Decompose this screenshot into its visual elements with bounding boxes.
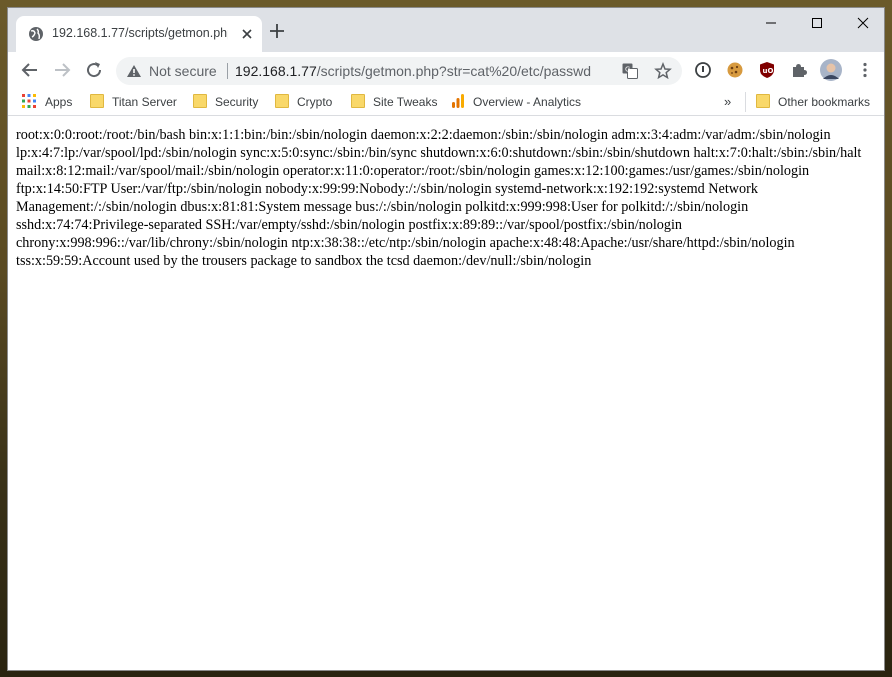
profile-avatar[interactable] — [820, 59, 842, 81]
title-bar: 192.168.1.77/scripts/getmon.php — [8, 8, 884, 52]
bookmark-label: Overview - Analytics — [473, 95, 582, 109]
close-window-button[interactable] — [840, 8, 884, 38]
url-path: /scripts/getmon.php?str=cat%20/etc/passw… — [316, 63, 592, 79]
bookmark-label: Crypto — [297, 95, 333, 109]
maximize-icon — [812, 18, 822, 28]
globe-icon — [29, 27, 43, 41]
extensions-puzzle-icon[interactable] — [790, 61, 808, 79]
tab-title: 192.168.1.77/scripts/getmon.php — [52, 26, 228, 40]
bookmarks-bar: Apps Titan Server Security Crypto Site T… — [8, 88, 884, 116]
close-window-icon — [857, 17, 869, 29]
minimize-icon — [766, 22, 776, 24]
svg-text:uO: uO — [763, 67, 774, 75]
passwd-output: root:x:0:0:root:/root:/bin/bash bin:x:1:… — [16, 127, 862, 269]
translate-icon[interactable]: G — [622, 63, 638, 79]
password-extension-icon[interactable] — [694, 61, 712, 79]
folder-icon — [756, 94, 770, 108]
menu-kebab-icon[interactable] — [856, 61, 874, 79]
bookmark-label: Apps — [45, 95, 73, 109]
maximize-button[interactable] — [794, 8, 840, 38]
analytics-icon — [452, 94, 464, 108]
not-secure-label[interactable]: Not secure — [149, 63, 217, 79]
minimize-button[interactable] — [748, 8, 794, 38]
forward-icon[interactable] — [50, 58, 74, 82]
omnibox-divider — [227, 63, 228, 79]
bookmark-label: Titan Server — [112, 95, 177, 109]
apps-grid-icon — [22, 94, 36, 108]
folder-icon — [351, 94, 365, 108]
close-tab-icon[interactable] — [240, 27, 254, 41]
reload-icon[interactable] — [82, 58, 106, 82]
toolbar: Not secure 192.168.1.77/scripts/getmon.p… — [8, 52, 884, 88]
back-icon[interactable] — [18, 58, 42, 82]
address-bar[interactable]: Not secure 192.168.1.77/scripts/getmon.p… — [116, 57, 682, 85]
warning-icon[interactable] — [126, 64, 142, 78]
folder-icon — [275, 94, 289, 108]
bookmark-star-icon[interactable] — [654, 62, 672, 80]
active-tab[interactable]: 192.168.1.77/scripts/getmon.php — [16, 16, 262, 52]
cookie-extension-icon[interactable] — [726, 61, 744, 79]
url-text[interactable]: 192.168.1.77/scripts/getmon.php?str=cat%… — [235, 63, 591, 79]
bookmarks-divider — [745, 92, 746, 112]
url-host: 192.168.1.77 — [235, 63, 317, 79]
browser-window: 192.168.1.77/scripts/getmon.php Not secu… — [7, 7, 885, 671]
ublock-origin-icon[interactable]: uO — [758, 61, 776, 79]
bookmark-label: Security — [215, 95, 259, 109]
svg-text:G: G — [625, 66, 630, 74]
page-content: root:x:0:0:root:/root:/bin/bash bin:x:1:… — [8, 116, 884, 670]
folder-icon — [90, 94, 104, 108]
bookmark-label: Other bookmarks — [778, 95, 871, 109]
bookmark-label: Site Tweaks — [373, 95, 438, 109]
folder-icon — [193, 94, 207, 108]
bookmarks-overflow-chevron[interactable]: » — [724, 94, 731, 114]
new-tab-icon[interactable] — [268, 22, 286, 40]
